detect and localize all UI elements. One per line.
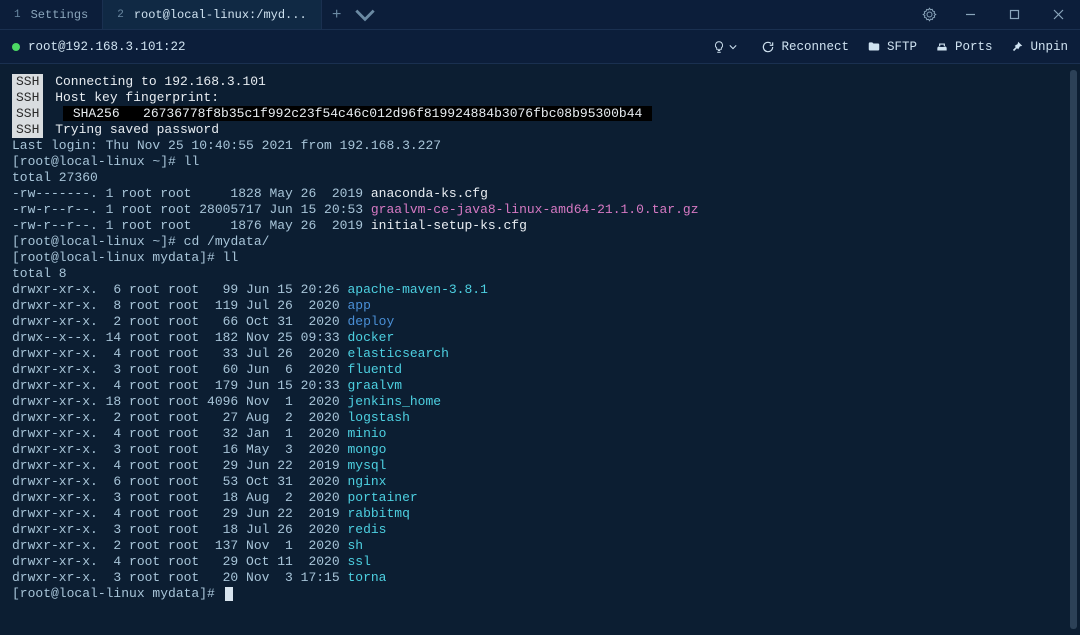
tab-label: root@local-linux:/myd... <box>134 8 307 22</box>
settings-button[interactable] <box>910 0 948 30</box>
status-dot-icon <box>12 43 20 51</box>
tab-terminal[interactable]: 2 root@local-linux:/myd... <box>103 0 321 29</box>
minimize-icon <box>965 9 976 20</box>
tab-index: 2 <box>117 9 124 21</box>
maximize-icon <box>1009 9 1020 20</box>
tab-strip: 1 Settings 2 root@local-linux:/myd... + <box>0 0 910 29</box>
reconnect-icon <box>761 40 775 54</box>
caret-down-icon <box>729 43 737 51</box>
tabs-dropdown-button[interactable] <box>352 0 378 29</box>
window-controls <box>910 0 1080 29</box>
folder-icon <box>867 40 881 54</box>
sftp-button[interactable]: SFTP <box>867 40 917 54</box>
scrollbar-thumb[interactable] <box>1070 70 1077 629</box>
lightbulb-icon <box>712 40 726 54</box>
reconnect-button[interactable]: Reconnect <box>761 40 849 54</box>
tab-settings[interactable]: 1 Settings <box>0 0 103 29</box>
scrollbar[interactable] <box>1070 70 1077 629</box>
unpin-button[interactable]: Unpin <box>1010 40 1068 54</box>
chevron-down-icon <box>352 2 378 28</box>
pin-icon <box>1010 40 1024 54</box>
sftp-label: SFTP <box>887 40 917 54</box>
ports-icon <box>935 40 949 54</box>
tab-label: Settings <box>31 8 89 22</box>
terminal-wrap: SSH Connecting to 192.168.3.101SSH Host … <box>0 64 1080 635</box>
unpin-label: Unpin <box>1030 40 1068 54</box>
add-tab-button[interactable]: + <box>322 0 352 29</box>
close-button[interactable] <box>1036 0 1080 30</box>
connection-label: root@192.168.3.101:22 <box>28 40 186 54</box>
gear-icon <box>922 7 937 22</box>
hints-button[interactable] <box>712 40 743 54</box>
terminal[interactable]: SSH Connecting to 192.168.3.101SSH Host … <box>0 64 1080 635</box>
titlebar: 1 Settings 2 root@local-linux:/myd... + <box>0 0 1080 30</box>
connection-indicator[interactable]: root@192.168.3.101:22 <box>12 40 712 54</box>
reconnect-label: Reconnect <box>781 40 849 54</box>
ports-label: Ports <box>955 40 993 54</box>
close-icon <box>1053 9 1064 20</box>
minimize-button[interactable] <box>948 0 992 30</box>
tab-index: 1 <box>14 9 21 21</box>
ports-button[interactable]: Ports <box>935 40 993 54</box>
maximize-button[interactable] <box>992 0 1036 30</box>
toolbar-actions: Reconnect SFTP Ports Unpin <box>712 40 1068 54</box>
toolbar: root@192.168.3.101:22 Reconnect SFTP Por… <box>0 30 1080 64</box>
cursor <box>225 587 233 601</box>
